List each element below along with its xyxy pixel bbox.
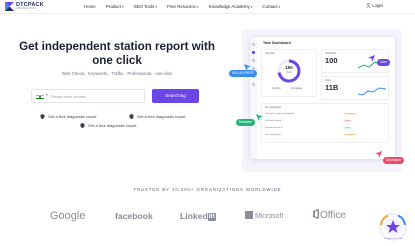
dashboard-sidebar — [250, 37, 257, 159]
nav-item-home[interactable]: Home — [84, 4, 96, 12]
feature-item: Get a free diagnostic report — [40, 114, 96, 119]
feature-item: Get a free diagnostic report — [129, 114, 185, 119]
chevron-down-icon[interactable]: ▾ — [46, 93, 48, 97]
logo-icon — [5, 2, 14, 11]
top-navbar: DTCPACK ABCDEFGHIJKL Home Product▾ SEO T… — [0, 0, 415, 14]
user-tag: User — [377, 59, 391, 66]
search-button[interactable]: Searching — [152, 89, 199, 103]
trusted-by-heading: TRUSTED BY 20,000+ ORGANIZATIONS WORLDWI… — [133, 187, 282, 192]
microsoft-icon — [245, 211, 253, 219]
table-row: Site audit report In Progress — [265, 134, 358, 136]
product-of-the-day-badge[interactable]: #1 Product Of The Day — [378, 212, 408, 242]
facebook-logo: facebook — [115, 211, 153, 221]
cursor-icon — [375, 151, 382, 158]
chevron-down-icon: ▾ — [250, 4, 253, 9]
visits-value: 11B — [325, 83, 339, 92]
visits-card: Visits 11B — [321, 76, 389, 100]
login-link[interactable]: Login — [366, 3, 383, 9]
legend-pending: Pending — [272, 88, 281, 90]
microsoft-logo: Microsoft — [245, 211, 283, 223]
table-row: Get traffic analysis dashboard In Progre… — [265, 113, 358, 115]
feature-item: Get a free diagnostic report — [80, 123, 136, 128]
chevron-down-icon: ▾ — [278, 4, 281, 9]
marketer-tag: Marketer — [236, 119, 256, 126]
google-logo: Google — [50, 210, 86, 222]
nav-item-seo-tools[interactable]: SEO Tools▾ — [134, 4, 157, 12]
competition-table: All Competition Get traffic analysis das… — [261, 103, 389, 143]
cursor-icon — [244, 64, 251, 71]
user-icon — [366, 3, 371, 9]
logo-subtext: ABCDEFGHIJKL — [16, 8, 37, 10]
logo[interactable]: DTCPACK ABCDEFGHIJKL — [5, 2, 45, 12]
nav-item-knowledge-academy[interactable]: Knowledge Academy▾ — [209, 4, 253, 12]
search-box: ▾ — [31, 89, 145, 103]
seo-expert-tag: SEO-EXPERT — [229, 70, 257, 77]
hero-subtitle: Web Check、Keywords、Traffic、Professional、… — [61, 71, 173, 76]
india-flag-icon[interactable] — [36, 94, 44, 100]
cursor-icon — [256, 114, 263, 121]
shield-icon — [129, 114, 134, 119]
office-logo: Office — [312, 209, 346, 221]
chevron-down-icon: ▾ — [196, 4, 199, 9]
rank-value: 100 — [325, 56, 338, 65]
cursor-icon — [368, 55, 375, 62]
nav-menu: Home Product▾ SEO Tools▾ Free Resource▾ … — [84, 4, 290, 12]
trend-chart-icon — [358, 87, 386, 96]
hero-title: Get independent station report with one … — [19, 40, 215, 67]
domain-search-input[interactable] — [51, 92, 143, 101]
ring-value: 150 — [285, 65, 293, 70]
table-row: SEO tools report Done — [265, 120, 352, 122]
office-icon — [313, 209, 319, 219]
nav-item-contact[interactable]: Contact▾ — [262, 4, 280, 12]
shield-icon — [80, 123, 85, 128]
table-row: Keyword research Done — [265, 127, 352, 129]
nav-item-free-resource[interactable]: Free Resource▾ — [167, 4, 199, 12]
ring-label: Tools — [286, 71, 292, 74]
dashboard-title: Task Dashboard — [263, 41, 291, 45]
chevron-down-icon: ▾ — [155, 4, 157, 9]
chevron-down-icon: ▾ — [121, 4, 124, 9]
task-stat-card: Task Stat 150 Tools Pending Completed — [261, 49, 317, 97]
developer-tag: Developer — [383, 157, 405, 164]
linkedin-logo: Linkedin — [180, 211, 216, 221]
shield-icon — [40, 114, 45, 119]
legend-completed: Completed — [291, 88, 303, 90]
nav-item-product[interactable]: Product▾ — [106, 4, 124, 12]
